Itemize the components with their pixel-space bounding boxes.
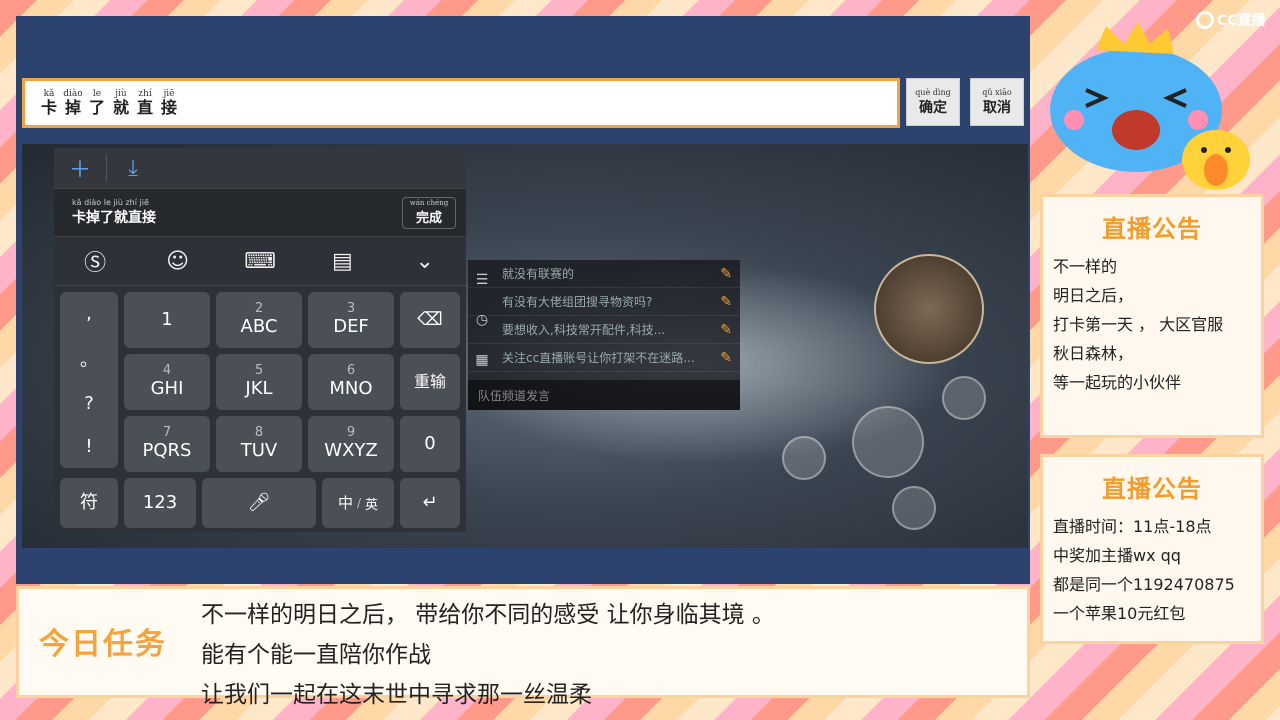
punct-exclaim-key[interactable]: !: [85, 436, 92, 457]
enter-icon: ↵: [422, 492, 438, 513]
zero-key[interactable]: 0: [400, 416, 460, 472]
pinyin-char: jiē 接: [160, 89, 177, 117]
soft-keyboard: ＋ ⤓ kǎ diào le jiù zhí jiē 卡掉了就直接 wán ch…: [54, 148, 466, 532]
task-line: 让我们一起在这末世中寻求那一丝温柔: [201, 682, 592, 708]
chat-row[interactable]: 关注cc直播账号让你打架不在迷路... ✎: [468, 344, 740, 372]
voice-space-key[interactable]: 🎤︎: [202, 478, 316, 528]
key-4[interactable]: 4 GHI: [124, 354, 210, 410]
symbol-key[interactable]: 符: [60, 478, 118, 528]
grid-icon[interactable]: ▦: [475, 352, 488, 368]
sogou-logo-icon[interactable]: Ⓢ: [65, 245, 125, 277]
key-7[interactable]: 7 PQRS: [124, 416, 210, 472]
keyboard-icon[interactable]: ⌨: [230, 249, 290, 274]
edit-icon[interactable]: ✎: [720, 294, 732, 310]
cursor-down-icon[interactable]: ⤓: [107, 148, 159, 188]
skill-button-2[interactable]: [942, 376, 986, 420]
candidate-bar: kǎ diào le jiù zhí jiē 卡掉了就直接 wán chéng …: [54, 188, 466, 236]
enter-key[interactable]: ↵: [400, 478, 460, 528]
num123-key[interactable]: 123: [124, 478, 196, 528]
chat-row[interactable]: 要想收入,科技常开配件,科技... ✎: [468, 316, 740, 344]
pinyin-char: jiù 就: [112, 89, 129, 117]
candidate-text[interactable]: 卡掉了就直接: [72, 207, 156, 227]
notice-panel-2: 直播公告 直播时间：11点-18点 中奖加主播wx qq 都是同一个119247…: [1040, 454, 1264, 644]
skill-button-1[interactable]: [782, 436, 826, 480]
key-2[interactable]: 2 ABC: [216, 292, 302, 348]
skill-button-3[interactable]: [892, 486, 936, 530]
list-icon[interactable]: ☰: [476, 272, 489, 288]
task-title: 今日任务: [39, 627, 167, 662]
task-line: 能有个能一直陪你作战: [201, 642, 431, 668]
text-input-field[interactable]: kǎ 卡 diào 掉 le 了 jiù 就 zhí 直 jiē 接: [22, 78, 900, 128]
backspace-key[interactable]: ⌫: [400, 292, 460, 348]
chat-side-icons: ☰ ◷ ▦: [468, 260, 496, 380]
chat-panel: ☰ ◷ ▦ 就没有联赛的 ✎ 有没有大佬组团搜寻物资吗? ✎ 要想收入,科技常开配件…: [468, 260, 740, 410]
notice-panel-1: 直播公告 不一样的 明日之后， 打卡第一天 ， 大区官服 秋日森林， 等一起玩的…: [1040, 194, 1264, 438]
backspace-icon: ⌫: [417, 309, 443, 330]
punct-question-key[interactable]: ?: [84, 393, 94, 414]
pinyin-char: diào 掉: [63, 89, 83, 117]
key-8[interactable]: 8 TUV: [216, 416, 302, 472]
confirm-button[interactable]: què dìng 确定: [906, 78, 960, 126]
chat-row[interactable]: 有没有大佬组团搜寻物资吗? ✎: [468, 288, 740, 316]
microphone-icon: 🎤︎: [247, 492, 271, 513]
edit-icon[interactable]: ✎: [720, 350, 732, 366]
notice-title: 直播公告: [1102, 475, 1202, 503]
language-switch-key[interactable]: 中 / 英: [322, 478, 394, 528]
pinyin-char: le 了: [88, 89, 105, 117]
key-6[interactable]: 6 MNO: [308, 354, 394, 410]
today-task-panel: 今日任务 不一样的明日之后， 带给你不同的感受 让你身临其境 。 能有个能一直陪…: [16, 586, 1030, 708]
pinyin-text: kǎ 卡 diào 掉 le 了 jiù 就 zhí 直 jiē 接: [39, 89, 897, 117]
pinyin-char: kǎ 卡: [40, 89, 57, 117]
keyboard-toolbar: ＋ ⤓: [54, 148, 466, 188]
task-line: 不一样的明日之后， 带给你不同的感受 让你身临其境 。: [201, 602, 775, 628]
punct-comma-key[interactable]: ,: [86, 303, 92, 324]
edit-icon[interactable]: ✎: [720, 266, 732, 282]
chat-row[interactable]: 就没有联赛的 ✎: [468, 260, 740, 288]
reinput-key[interactable]: 重输: [400, 354, 460, 410]
punctuation-column: , 。 ? !: [60, 292, 118, 468]
attack-button[interactable]: [852, 406, 924, 478]
pinyin-char: zhí 直: [136, 89, 153, 117]
notice-title: 直播公告: [1102, 215, 1202, 243]
chat-send-input[interactable]: 队伍频道发言: [468, 380, 740, 410]
candidate-pinyin: kǎ diào le jiù zhí jiē: [72, 198, 149, 207]
key-5[interactable]: 5 JKL: [216, 354, 302, 410]
cancel-button[interactable]: qǔ xiāo 取消: [970, 78, 1024, 126]
clock-icon[interactable]: ◷: [476, 312, 488, 328]
edit-icon[interactable]: ✎: [720, 322, 732, 338]
clipboard-icon[interactable]: ▤: [312, 249, 372, 274]
key-3[interactable]: 3 DEF: [308, 292, 394, 348]
key-1[interactable]: 1: [124, 292, 210, 348]
done-button[interactable]: wán chéng 完成: [402, 196, 456, 229]
collapse-icon[interactable]: ⌄: [395, 249, 455, 274]
keyboard-function-row: Ⓢ ☺ ⌨ ▤ ⌄: [54, 236, 466, 286]
minimap[interactable]: [874, 254, 984, 364]
punct-period-key[interactable]: 。: [80, 346, 98, 372]
emoji-icon[interactable]: ☺: [148, 249, 208, 274]
mascot-illustration: [1050, 22, 1250, 190]
plus-icon[interactable]: ＋: [54, 148, 106, 188]
key-9[interactable]: 9 WXYZ: [308, 416, 394, 472]
